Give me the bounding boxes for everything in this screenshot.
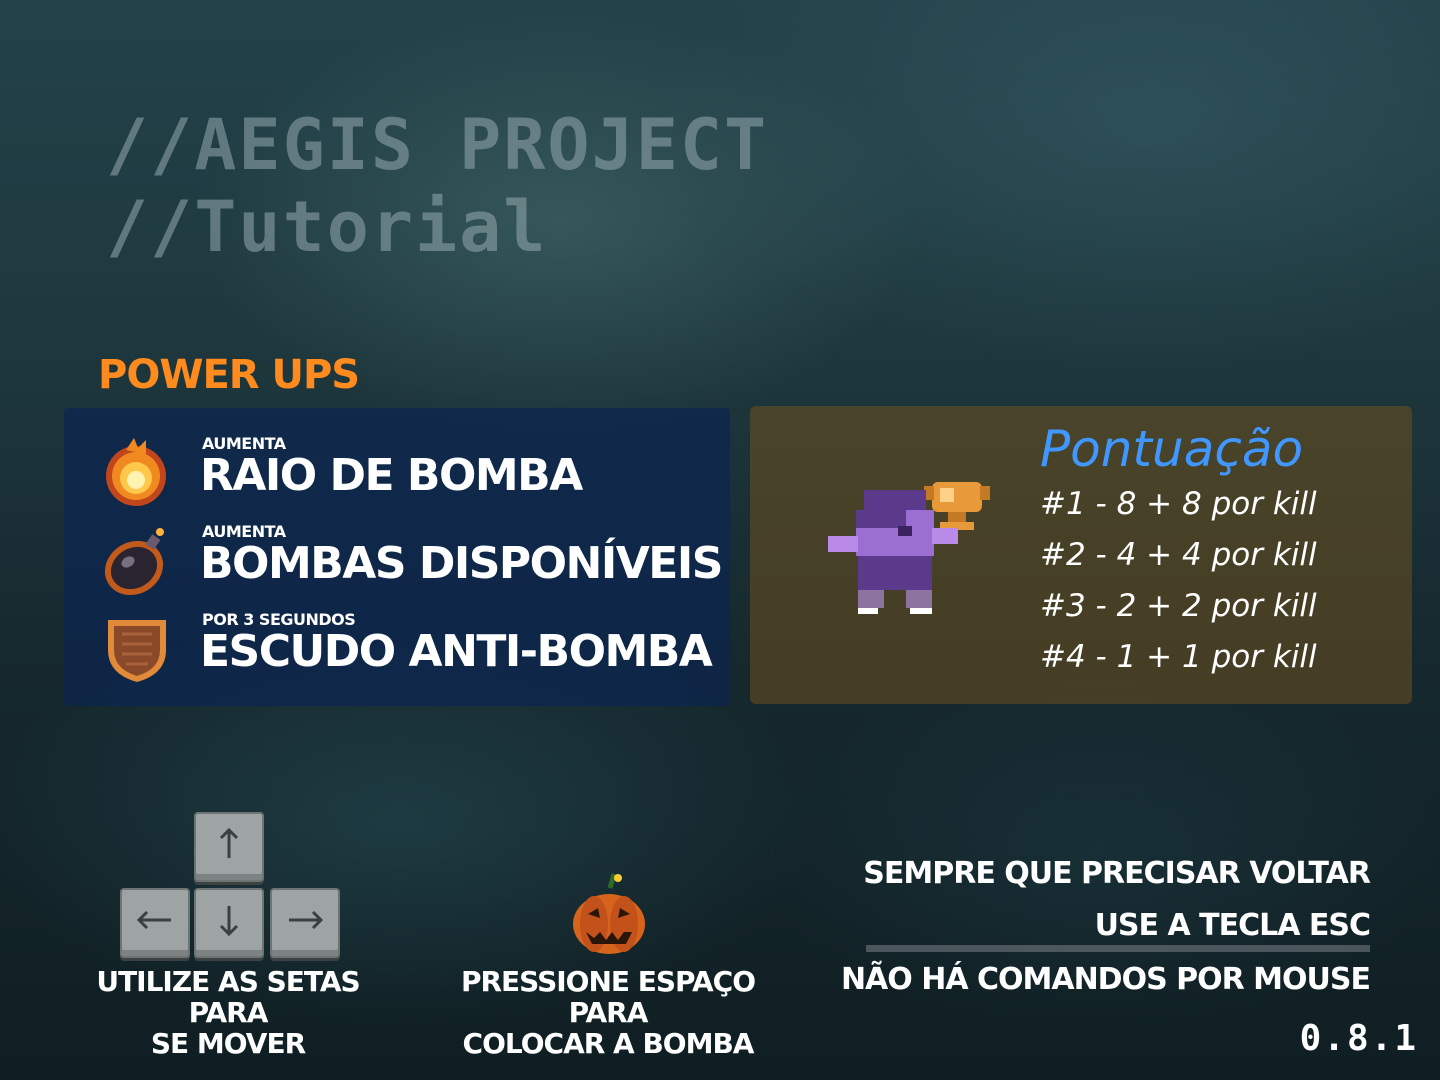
score-title: Pontuação bbox=[1040, 420, 1304, 478]
powerup-item-shield: POR 3 SEGUNDOS ESCUDO ANTI-BOMBA bbox=[100, 610, 720, 690]
arrows-instruction-line: UTILIZE AS SETAS PARA bbox=[96, 965, 360, 1029]
powerup-item-bomb: AUMENTA BOMBAS DISPONÍVEIS bbox=[100, 522, 723, 602]
score-panel: Pontuação #1 - 8 + 8 por kill #2 - 4 + 4… bbox=[750, 406, 1412, 704]
arrow-down-icon bbox=[219, 906, 239, 937]
mouse-hint-line: NÃO HÁ COMANDOS POR MOUSE bbox=[840, 962, 1371, 997]
score-line: #4 - 1 + 1 por kill bbox=[1040, 639, 1317, 675]
arrow-down-key bbox=[194, 888, 264, 958]
powerups-panel: AUMENTA RAIO DE BOMBA AUMENTA BOMBAS DIS… bbox=[64, 408, 730, 706]
arrow-up-icon bbox=[219, 827, 239, 858]
arrow-up-key bbox=[194, 812, 264, 882]
esc-hint-line: SEMPRE QUE PRECISAR VOLTAR bbox=[863, 856, 1371, 891]
powerup-big-label: RAIO DE BOMBA bbox=[200, 450, 583, 501]
game-title: //AEGIS PROJECT bbox=[106, 104, 769, 186]
powerups-heading: POWER UPS bbox=[98, 352, 360, 398]
screen-subtitle: //Tutorial bbox=[106, 186, 548, 268]
shield-icon bbox=[108, 620, 166, 682]
space-instruction-line: PRESSIONE ESPAÇO PARA bbox=[460, 965, 756, 1029]
bomb-icon bbox=[104, 528, 164, 596]
arrow-left-key bbox=[120, 888, 190, 958]
space-instruction-line: COLOCAR A BOMBA bbox=[462, 1027, 755, 1060]
score-line: #3 - 2 + 2 por kill bbox=[1040, 588, 1317, 624]
powerup-big-label: BOMBAS DISPONÍVEIS bbox=[200, 538, 723, 589]
arrow-right-icon bbox=[289, 910, 324, 930]
score-line: #2 - 4 + 4 por kill bbox=[1040, 537, 1317, 573]
powerup-big-label: ESCUDO ANTI-BOMBA bbox=[200, 626, 713, 677]
arrow-left-icon bbox=[136, 910, 171, 930]
arrows-instruction-line: SE MOVER bbox=[150, 1027, 306, 1060]
arrow-right-key bbox=[270, 888, 340, 958]
version-label: 0.8.1 bbox=[1299, 1018, 1418, 1059]
space-instruction: PRESSIONE ESPAÇO PARA COLOCAR A BOMBA bbox=[418, 966, 798, 1059]
powerup-item-fire: AUMENTA RAIO DE BOMBA bbox=[100, 434, 720, 514]
fire-icon bbox=[106, 438, 166, 506]
esc-divider bbox=[866, 945, 1370, 952]
player-trophy-icon bbox=[828, 482, 990, 614]
pumpkin-bomb-icon bbox=[573, 873, 645, 954]
arrows-instruction: UTILIZE AS SETAS PARA SE MOVER bbox=[58, 966, 398, 1059]
esc-hint-line: USE A TECLA ESC bbox=[1094, 908, 1371, 943]
score-line: #1 - 8 + 8 por kill bbox=[1040, 486, 1317, 522]
